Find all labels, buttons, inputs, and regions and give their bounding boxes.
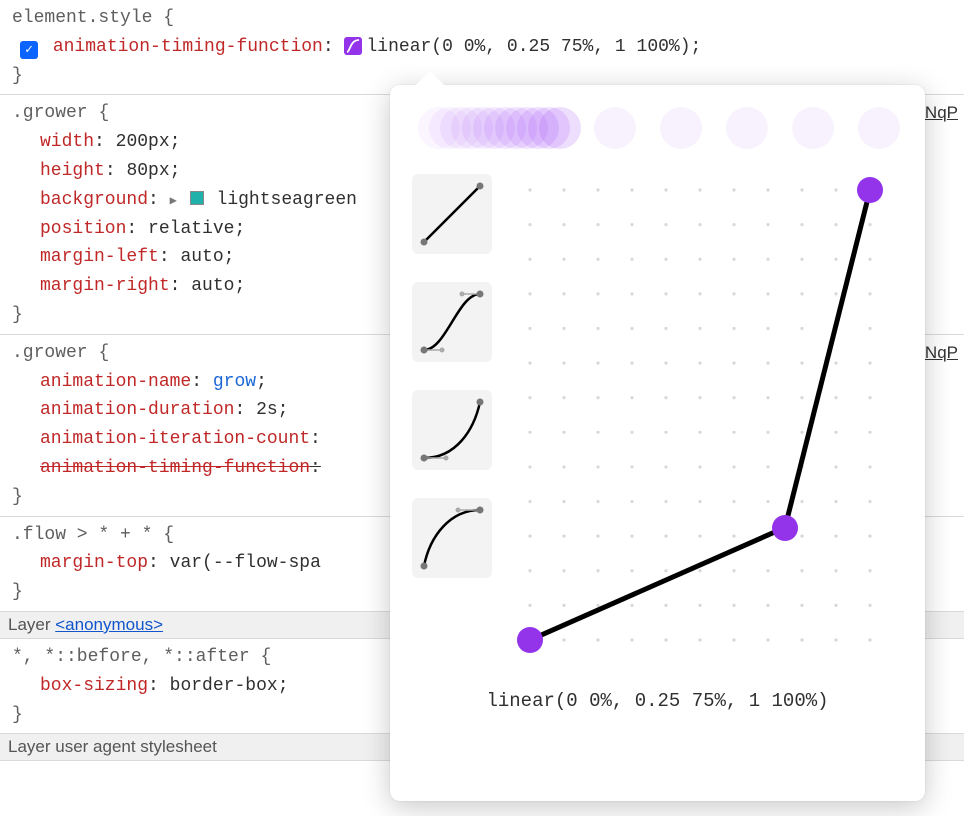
preview-ball (792, 107, 834, 149)
property-enable-checkbox[interactable]: ✓ (20, 41, 38, 59)
grid-dots (510, 170, 890, 660)
selector-text: *, *::before, *::after (12, 647, 250, 667)
preview-ball (660, 107, 702, 149)
layer-anonymous-link[interactable]: <anonymous> (55, 615, 163, 634)
preview-ball (594, 107, 636, 149)
preset-linear[interactable] (412, 174, 492, 254)
easing-editor-popover: linear(0 0%, 0.25 75%, 1 100%) (390, 85, 925, 801)
selector-text: .flow > * + * (12, 525, 152, 545)
preset-ease-in-out[interactable] (412, 282, 492, 362)
selector-text: .grower (12, 343, 88, 363)
easing-value-readout: linear(0 0%, 0.25 75%, 1 100%) (412, 690, 903, 712)
easing-control-point[interactable] (517, 627, 543, 653)
selector-text: .grower (12, 103, 88, 123)
animation-preview-track (418, 107, 903, 152)
easing-control-point[interactable] (772, 515, 798, 541)
easing-curve-editor[interactable] (510, 170, 890, 660)
declaration-animation-timing-function[interactable]: ✓ animation-timing-function: linear(0 0%… (12, 33, 958, 62)
preview-ball (539, 107, 581, 149)
property-value[interactable]: linear(0 0%, 0.25 75%, 1 100%) (366, 37, 690, 57)
preview-ball (726, 107, 768, 149)
preview-ball (858, 107, 900, 149)
expand-triangle-icon[interactable]: ▶ (170, 192, 177, 211)
preset-ease-out[interactable] (412, 498, 492, 578)
property-name[interactable]: animation-timing-function (53, 37, 323, 57)
selector-line: element.style { (12, 4, 958, 33)
color-swatch-icon[interactable] (190, 191, 204, 205)
rule-element-style: element.style { ✓ animation-timing-funct… (0, 0, 964, 95)
easing-control-point[interactable] (857, 177, 883, 203)
selector-text: element.style (12, 8, 152, 28)
easing-preset-list (412, 170, 492, 660)
source-link[interactable]: NqP (925, 99, 958, 126)
preset-ease-in[interactable] (412, 390, 492, 470)
source-link[interactable]: NqP (925, 339, 958, 366)
easing-editor-icon[interactable] (344, 37, 362, 55)
